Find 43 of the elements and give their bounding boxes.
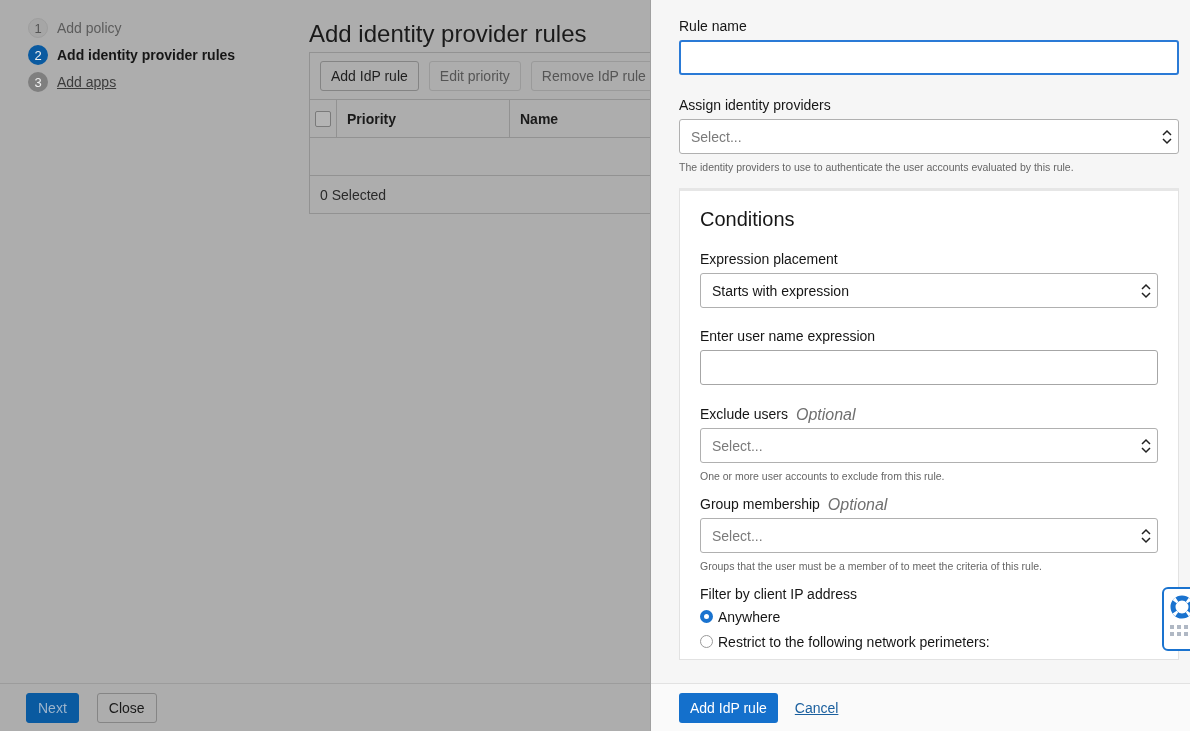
select-field[interactable]: Select... xyxy=(679,119,1179,154)
grid-icon xyxy=(1170,625,1190,637)
help-text: The identity providers to use to authenticate the user accounts evaluated by this rule. xyxy=(679,161,1075,173)
section-title: Conditions xyxy=(700,208,796,231)
step-label: Add policy xyxy=(57,20,122,36)
radio-option[interactable]: Anywhere xyxy=(700,604,1158,629)
next-button[interactable]: Next xyxy=(26,692,79,723)
text-field[interactable] xyxy=(679,40,1179,75)
field-label: Rule name xyxy=(679,18,747,34)
lifebuoy-icon xyxy=(1170,595,1190,619)
select-field[interactable]: Select... xyxy=(700,518,1158,553)
select-all-checkbox[interactable] xyxy=(315,110,331,127)
chevron-updown-icon xyxy=(1162,128,1172,145)
radio-option[interactable]: Restrict to the following network perimeters: xyxy=(700,629,1158,654)
step-link[interactable]: Add apps xyxy=(57,74,117,90)
step-number: 1 xyxy=(28,18,48,38)
select-field[interactable]: Starts with expression xyxy=(700,273,1158,308)
help-text: One or more user accounts to exclude from this rule. xyxy=(700,470,946,482)
field-label: Filter by client IP address xyxy=(700,586,858,602)
step-number: 2 xyxy=(28,45,48,65)
chevron-updown-icon xyxy=(1141,282,1151,299)
optional-label: Optional xyxy=(795,406,856,425)
toolbar-button[interactable]: Add IdP rule xyxy=(320,61,419,91)
cancel-link[interactable]: Cancel xyxy=(794,699,839,716)
close-button[interactable]: Close xyxy=(96,692,157,723)
field-label: Assign identity providers xyxy=(679,97,831,113)
selection-count: 0 Selected xyxy=(320,186,387,203)
chevron-updown-icon xyxy=(1141,437,1151,454)
help-text: Groups that the user must be a member of to meet the criteria of this rule. xyxy=(700,560,1043,572)
optional-label: Optional xyxy=(827,496,888,515)
field-label: Exclude users xyxy=(700,406,788,422)
step-number: 3 xyxy=(28,72,48,92)
field-label: Expression placement xyxy=(700,251,838,267)
field-label: Group membership xyxy=(700,496,820,512)
help-widget[interactable] xyxy=(1162,587,1190,651)
field-label: Enter user name expression xyxy=(700,328,876,344)
select-field[interactable]: Select... xyxy=(700,428,1158,463)
step-label: Add identity provider rules xyxy=(57,47,236,63)
page-title: Add identity provider rules xyxy=(309,20,588,48)
text-field[interactable] xyxy=(700,350,1158,385)
chevron-updown-icon xyxy=(1141,527,1151,544)
column-header: Priority xyxy=(337,100,510,137)
submit-button[interactable]: Add IdP rule xyxy=(679,692,778,723)
